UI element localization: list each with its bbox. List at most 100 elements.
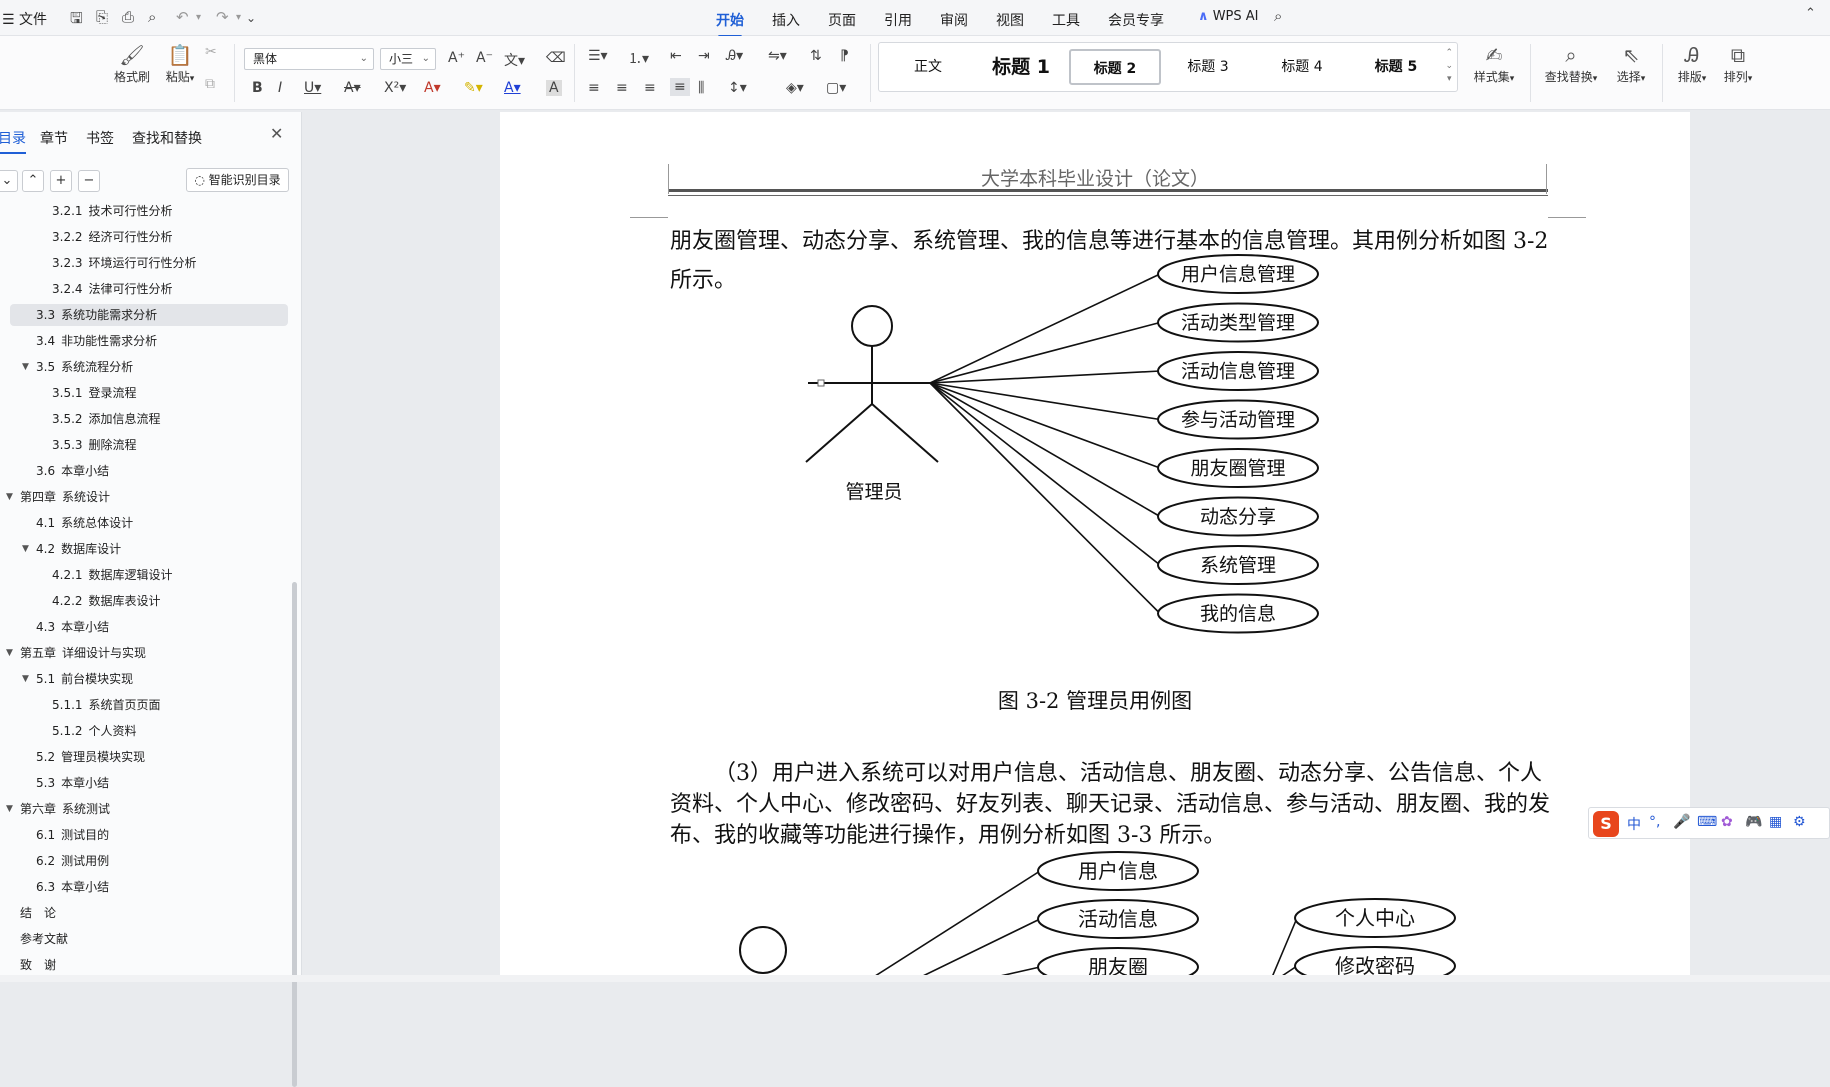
skin-icon[interactable]: ✿	[1721, 814, 1733, 830]
layout-button[interactable]: Ꭿ 排版▾	[1670, 42, 1714, 85]
toc-item[interactable]: 6.2 测试用例	[36, 850, 109, 872]
toc-item[interactable]: 5.2 管理员模块实现	[36, 746, 145, 768]
toc-item[interactable]: 结 论	[20, 902, 56, 924]
line-spacing-icon[interactable]: ↕▾	[728, 80, 747, 96]
toc-item[interactable]: 3.2.2 经济可行性分析	[52, 226, 173, 248]
ime-mode-toggle[interactable]: 中	[1627, 814, 1641, 834]
bullet-list-icon[interactable]: ☰▾	[588, 48, 608, 64]
italic-icon[interactable]: I	[278, 80, 282, 96]
style-normal[interactable]: 正文	[893, 49, 963, 85]
microphone-icon[interactable]: 🎤	[1673, 814, 1690, 830]
chinese-layout-icon[interactable]: ⇋▾	[768, 48, 787, 64]
toc-item[interactable]: 4.2.2 数据库表设计	[52, 590, 161, 612]
toc-item[interactable]: 4.3 本章小结	[36, 616, 109, 638]
nav-tab-bookmarks[interactable]: 书签	[86, 128, 114, 148]
toc-item[interactable]: 3.5.3 删除流程	[52, 434, 137, 456]
select-button[interactable]: ⇖ 选择▾	[1608, 42, 1654, 85]
smart-toc-button[interactable]: ◌ 智能识别目录	[186, 168, 289, 192]
show-marks-icon[interactable]: ⁋	[840, 48, 849, 64]
toc-item[interactable]: 第四章 系统设计	[20, 486, 110, 508]
align-left-icon[interactable]: ≡	[588, 80, 600, 96]
redo-dropdown-icon[interactable]: ▾	[236, 12, 241, 23]
shrink-font-icon[interactable]: A⁻	[476, 50, 493, 66]
toc-item[interactable]: 致 谢	[20, 954, 56, 976]
increase-indent-icon[interactable]: ⇥	[698, 48, 710, 64]
toc-item[interactable]: 4.2 数据库设计	[36, 538, 121, 560]
tab-member[interactable]: 会员专享	[1108, 10, 1164, 30]
expand-triangle-icon[interactable]: ▼	[22, 544, 29, 554]
toc-item[interactable]: 6.1 测试目的	[36, 824, 109, 846]
toc-item[interactable]: 3.4 非功能性需求分析	[36, 330, 157, 352]
toc-item[interactable]: 参考文献	[20, 928, 68, 950]
bold-icon[interactable]: B	[252, 80, 263, 96]
font-size-select[interactable]: 小三 ⌄	[380, 48, 436, 70]
sort-icon[interactable]: ⇅	[810, 48, 822, 64]
collapse-all-button[interactable]: ⌄	[0, 170, 18, 192]
tab-page[interactable]: 页面	[828, 10, 856, 30]
expand-triangle-icon[interactable]: ▼	[6, 804, 13, 814]
toc-item[interactable]: 3.2.3 环境运行可行性分析	[52, 252, 197, 274]
strikethrough-icon[interactable]: A▾	[344, 80, 361, 96]
toc-item[interactable]: 3.2.4 法律可行性分析	[52, 278, 173, 300]
tab-start[interactable]: 开始	[716, 10, 744, 38]
toc-item[interactable]: 5.1 前台模块实现	[36, 668, 133, 690]
tab-insert[interactable]: 插入	[772, 10, 800, 30]
file-menu[interactable]: ☰ 文件	[2, 9, 47, 29]
align-right-icon[interactable]: ≡	[644, 80, 656, 96]
highlight-icon[interactable]: ✎▾	[464, 80, 483, 96]
redo-icon[interactable]: ↷	[216, 8, 229, 26]
print-preview-icon[interactable]: ⌕	[148, 8, 156, 26]
distribute-icon[interactable]: ⫼	[698, 80, 704, 96]
undo-dropdown-icon[interactable]: ▾	[196, 12, 201, 23]
style-heading-3[interactable]: 标题 3	[1163, 49, 1253, 85]
style-heading-4[interactable]: 标题 4	[1257, 49, 1347, 85]
numbered-list-icon[interactable]: ⒈▾	[628, 48, 649, 68]
settings-icon[interactable]: ⚙	[1793, 814, 1806, 830]
tab-view[interactable]: 视图	[996, 10, 1024, 30]
styles-scroll-icon[interactable]: ⌃ ⌄ ▾	[1445, 47, 1453, 86]
nav-tab-find-replace[interactable]: 查找和替换	[132, 128, 202, 148]
align-center-icon[interactable]: ≡	[616, 80, 628, 96]
remove-heading-button[interactable]: −	[78, 170, 100, 192]
styles-set-button[interactable]: ✍ 样式集▾	[1466, 42, 1522, 85]
save-icon[interactable]: 🖫	[70, 8, 83, 33]
nav-tab-toc[interactable]: 目录	[0, 128, 26, 154]
customize-quick-access-icon[interactable]: ⌄	[246, 11, 256, 25]
export-pdf-icon[interactable]: ⎘	[96, 8, 108, 26]
game-icon[interactable]: 🎮	[1745, 814, 1762, 830]
collapse-ribbon-icon[interactable]: ⌃	[1805, 6, 1816, 21]
toc-item[interactable]: 5.3 本章小结	[36, 772, 109, 794]
toc-item[interactable]: 3.2.1 技术可行性分析	[52, 202, 173, 222]
text-effect-icon[interactable]: A▾	[424, 80, 441, 96]
paste-button[interactable]: 📋 粘贴▾	[160, 42, 200, 85]
toc-item[interactable]: 3.5.1 登录流程	[52, 382, 137, 404]
shading-icon[interactable]: ◈▾	[786, 80, 804, 96]
font-color-icon[interactable]: A▾	[504, 80, 521, 96]
move-up-button[interactable]: ⌃	[22, 170, 44, 192]
toc-item[interactable]: 3.5 系统流程分析	[36, 356, 133, 378]
style-heading-2[interactable]: 标题 2	[1069, 49, 1161, 85]
cut-icon[interactable]: ✂	[205, 44, 217, 60]
toc-item[interactable]: 3.3 系统功能需求分析	[10, 304, 288, 326]
clear-format-icon[interactable]: ⌫	[546, 50, 566, 66]
expand-triangle-icon[interactable]: ▼	[6, 492, 13, 502]
sogou-logo-icon[interactable]: S	[1593, 811, 1619, 837]
format-painter-button[interactable]: 🖌 格式刷	[110, 42, 154, 85]
font-name-select[interactable]: 黑体 ⌄	[244, 48, 374, 70]
toc-item[interactable]: 3.5.2 添加信息流程	[52, 408, 161, 430]
toc-item[interactable]: 6.3 本章小结	[36, 876, 109, 898]
grow-font-icon[interactable]: A⁺	[448, 50, 465, 66]
punctuation-icon[interactable]: °,	[1649, 814, 1660, 830]
expand-triangle-icon[interactable]: ▼	[22, 674, 29, 684]
char-shading-icon[interactable]: A	[546, 80, 562, 96]
tab-tools[interactable]: 工具	[1052, 10, 1080, 30]
arrange-button[interactable]: ⧉ 排列▾	[1716, 42, 1760, 85]
toc-item[interactable]: 第五章 详细设计与实现	[20, 642, 146, 664]
close-icon[interactable]: ✕	[270, 124, 283, 143]
toolbox-icon[interactable]: ▦	[1769, 814, 1782, 830]
nav-tab-sections[interactable]: 章节	[40, 128, 68, 148]
expand-triangle-icon[interactable]: ▼	[6, 648, 13, 658]
print-icon[interactable]: ⎙	[122, 8, 134, 26]
toc-item[interactable]: 4.2.1 数据库逻辑设计	[52, 564, 173, 586]
style-heading-1[interactable]: 标题 1	[975, 49, 1067, 85]
